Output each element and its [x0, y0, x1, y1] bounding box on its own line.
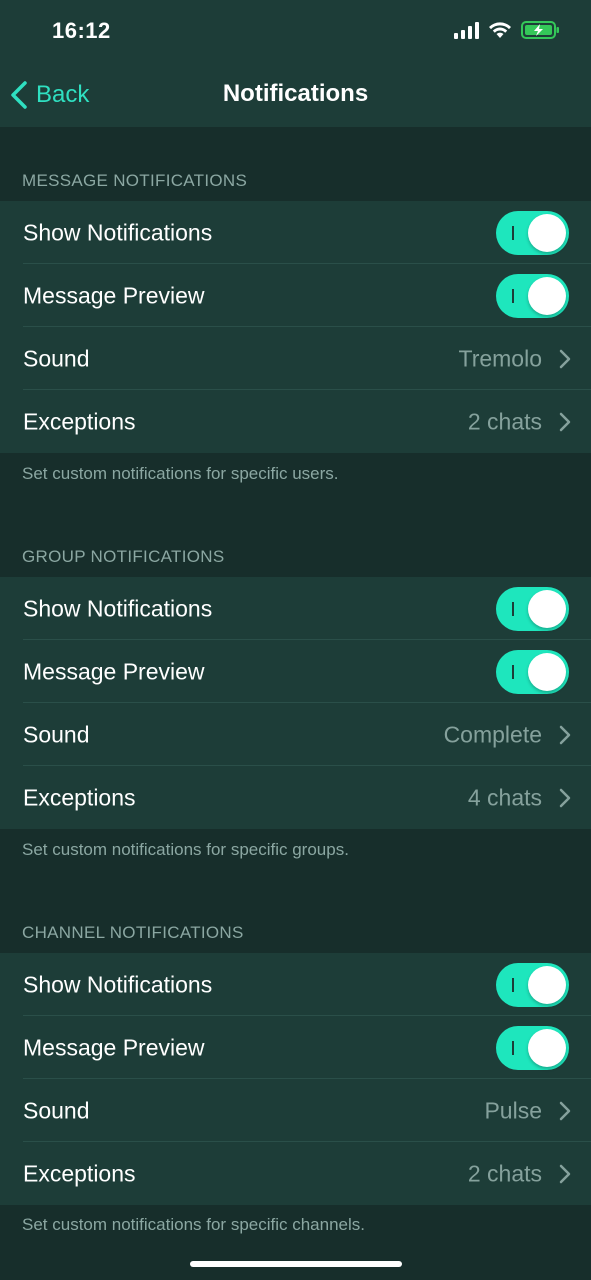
row-label: Message Preview	[23, 658, 205, 684]
row-exceptions[interactable]: Exceptions 2 chats	[0, 390, 591, 453]
row-message-preview: Message Preview	[0, 264, 591, 327]
row-sound[interactable]: Sound Complete	[0, 703, 591, 766]
message-preview-toggle[interactable]	[496, 273, 569, 318]
page-title: Notifications	[222, 80, 369, 107]
group-notifications-group: Show Notifications Message Preview Sound…	[0, 577, 591, 829]
row-show-notifications: Show Notifications	[0, 953, 591, 1016]
sound-value: Complete	[443, 721, 542, 747]
row-label: Message Preview	[23, 1034, 205, 1060]
row-label: Message Preview	[23, 282, 205, 308]
row-label: Show Notifications	[23, 971, 213, 997]
section-header-groups: GROUP NOTIFICATIONS	[22, 547, 225, 566]
chevron-right-icon	[559, 788, 571, 807]
chevron-right-icon	[559, 1164, 571, 1183]
row-message-preview: Message Preview	[0, 640, 591, 703]
show-notifications-toggle[interactable]	[496, 210, 569, 255]
section-footer-groups: Set custom notifications for specific gr…	[22, 840, 349, 859]
battery-charging-icon	[521, 21, 559, 39]
show-notifications-toggle[interactable]	[496, 586, 569, 631]
section-header-channels: CHANNEL NOTIFICATIONS	[22, 923, 244, 942]
row-label: Exceptions	[23, 784, 136, 810]
status-icons	[454, 20, 561, 40]
row-message-preview: Message Preview	[0, 1016, 591, 1079]
message-preview-toggle[interactable]	[496, 649, 569, 694]
row-sound[interactable]: Sound Pulse	[0, 1079, 591, 1142]
status-time: 16:12	[52, 18, 111, 43]
channel-notifications-group: Show Notifications Message Preview Sound…	[0, 953, 591, 1205]
row-label: Sound	[23, 721, 90, 747]
row-label: Show Notifications	[23, 595, 213, 621]
exceptions-value: 2 chats	[467, 408, 542, 434]
row-label: Exceptions	[23, 408, 136, 434]
row-label: Sound	[23, 345, 90, 371]
section-footer-messages: Set custom notifications for specific us…	[22, 464, 339, 483]
home-indicator[interactable]	[190, 1261, 402, 1267]
row-exceptions[interactable]: Exceptions 2 chats	[0, 1142, 591, 1205]
row-show-notifications: Show Notifications	[0, 201, 591, 264]
chevron-right-icon	[559, 412, 571, 431]
section-footer-channels: Set custom notifications for specific ch…	[22, 1215, 365, 1234]
show-notifications-toggle[interactable]	[496, 962, 569, 1007]
row-label: Show Notifications	[23, 219, 213, 245]
row-label: Sound	[23, 1097, 90, 1123]
row-show-notifications: Show Notifications	[0, 577, 591, 640]
section-header-messages: MESSAGE NOTIFICATIONS	[22, 171, 248, 190]
exceptions-value: 2 chats	[467, 1160, 542, 1186]
sound-value: Tremolo	[458, 345, 543, 371]
navigation-bar: 16:12 Back Notifications	[0, 0, 591, 127]
row-exceptions[interactable]: Exceptions 4 chats	[0, 766, 591, 829]
message-preview-toggle[interactable]	[496, 1025, 569, 1070]
sound-value: Pulse	[484, 1097, 542, 1123]
row-label: Exceptions	[23, 1160, 136, 1186]
row-sound[interactable]: Sound Tremolo	[0, 327, 591, 390]
chevron-right-icon	[559, 349, 571, 368]
message-notifications-group: Show Notifications Message Preview Sound…	[0, 201, 591, 453]
exceptions-value: 4 chats	[467, 784, 542, 810]
cellular-signal-icon	[454, 21, 479, 39]
wifi-icon	[489, 22, 511, 38]
chevron-right-icon	[559, 725, 571, 744]
chevron-right-icon	[559, 1101, 571, 1120]
